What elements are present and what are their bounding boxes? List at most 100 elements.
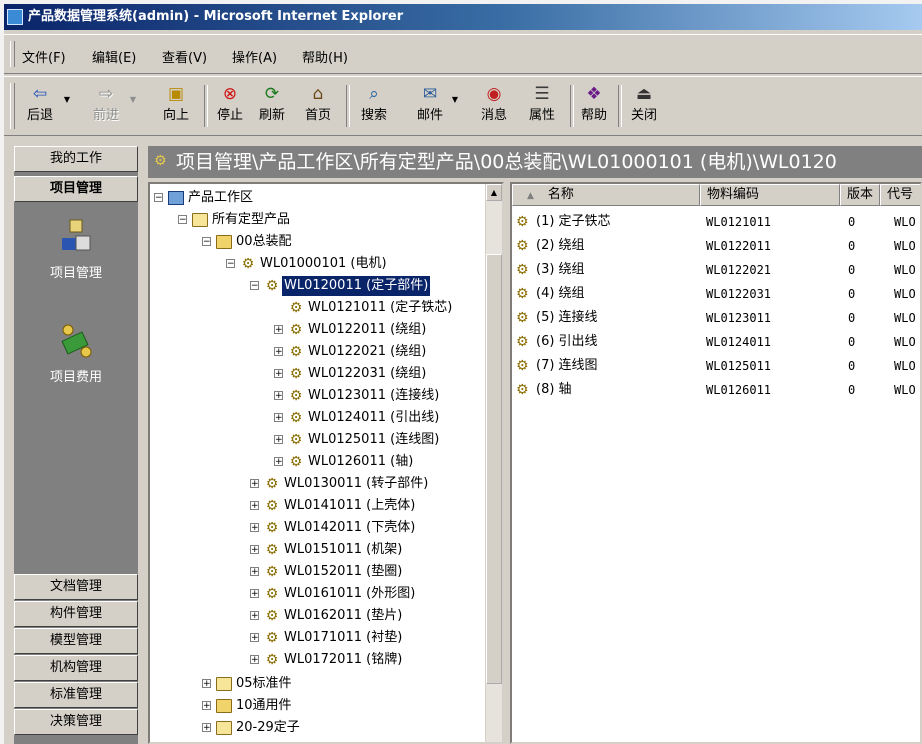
menu-edit[interactable]: 编辑(E) <box>92 47 136 66</box>
nav-standard-management[interactable]: 标准管理 <box>14 682 138 708</box>
expand-icon[interactable]: + <box>250 501 259 511</box>
expand-icon[interactable]: + <box>202 701 211 711</box>
expand-icon[interactable]: + <box>250 523 259 533</box>
gear-assembly-icon: ⚙ <box>516 358 529 374</box>
nav-document-management[interactable]: 文档管理 <box>14 574 138 600</box>
tree-node-label: WL0123011 (连接线) <box>308 388 440 403</box>
gear-assembly-icon: ⚙ <box>265 586 279 602</box>
properties-label: 属性 <box>528 108 555 123</box>
tree-node-label: WL0122011 (绕组) <box>308 322 427 337</box>
cell-version: 0 <box>848 215 856 229</box>
menu-file[interactable]: 文件(F) <box>22 47 66 66</box>
collapse-icon[interactable]: − <box>178 215 187 225</box>
table-row[interactable]: ⚙ (4) 绕组 WL0122031 0 WLO <box>512 282 920 306</box>
up-button[interactable]: ▣ 向上 <box>158 81 194 131</box>
nav-component-management[interactable]: 构件管理 <box>14 601 138 627</box>
forward-label: 前进 <box>92 108 119 123</box>
forward-button[interactable]: ⇨ 前进 ▼ <box>86 81 136 131</box>
collapse-icon[interactable]: − <box>154 193 163 203</box>
table-row[interactable]: ⚙ (2) 绕组 WL0122011 0 WLO <box>512 234 920 258</box>
tree-node-label: WL0122031 (绕组) <box>308 366 427 381</box>
tree-node-label: WL0141011 (上壳体) <box>284 498 416 513</box>
expand-icon[interactable]: + <box>274 391 283 401</box>
cell-version: 0 <box>848 311 856 325</box>
close-button[interactable]: ⏏ 关闭 <box>626 81 662 131</box>
close-label: 关闭 <box>630 108 657 123</box>
search-button[interactable]: ⌕ 搜索 <box>356 81 392 131</box>
expand-icon[interactable]: + <box>250 589 259 599</box>
gear-assembly-icon: ⚙ <box>265 564 279 580</box>
nav-item-project-cost-label: 项目费用 <box>49 370 102 385</box>
gear-assembly-icon: ⚙ <box>516 262 529 278</box>
refresh-button[interactable]: ⟳ 刷新 <box>254 81 290 131</box>
scroll-thumb[interactable] <box>486 254 502 684</box>
up-label: 向上 <box>162 108 189 123</box>
nav-model-management[interactable]: 模型管理 <box>14 628 138 654</box>
column-header-version[interactable]: 版本 <box>840 184 880 206</box>
cell-code: WL0123011 <box>706 311 772 325</box>
table-row[interactable]: ⚙ (6) 引出线 WL0124011 0 WLO <box>512 330 920 354</box>
tree-node-label: WL0122021 (绕组) <box>308 344 427 359</box>
stop-button[interactable]: ⊗ 停止 <box>212 81 248 131</box>
collapse-icon[interactable]: − <box>202 237 211 247</box>
toolbar-separator <box>346 85 350 127</box>
menu-view[interactable]: 查看(V) <box>162 47 207 66</box>
back-button[interactable]: ⇦ 后退 ▼ <box>20 81 70 131</box>
column-header-code[interactable]: 物料编码 <box>700 184 840 206</box>
menu-actions[interactable]: 操作(A) <box>232 47 277 66</box>
cell-code: WL0121011 <box>706 215 772 229</box>
table-row[interactable]: ⚙ (1) 定子铁芯 WL0121011 0 WLO <box>512 210 920 234</box>
column-header-other[interactable]: 代号 <box>880 184 920 206</box>
home-button[interactable]: ⌂ 首页 <box>300 81 336 131</box>
gear-assembly-icon: ⚙ <box>516 334 529 350</box>
expand-icon[interactable]: + <box>274 369 283 379</box>
table-row[interactable]: ⚙ (5) 连接线 WL0123011 0 WLO <box>512 306 920 330</box>
properties-button[interactable]: ☰ 属性 <box>524 81 560 131</box>
expand-icon[interactable]: + <box>202 679 211 689</box>
message-button[interactable]: ◉ 消息 <box>476 81 512 131</box>
forward-dropdown-icon[interactable]: ▼ <box>130 95 136 104</box>
table-row[interactable]: ⚙ (8) 轴 WL0126011 0 WLO <box>512 378 920 402</box>
cell-code: WL0122011 <box>706 239 772 253</box>
scroll-up-icon[interactable]: ▲ <box>486 184 502 201</box>
menu-bar: 文件(F) 编辑(E) 查看(V) 操作(A) 帮助(H) <box>4 34 922 74</box>
expand-icon[interactable]: + <box>250 611 259 621</box>
tree-node-label: WL0161011 (外形图) <box>284 586 416 601</box>
help-button[interactable]: ❖ 帮助 <box>576 81 612 131</box>
expand-icon[interactable]: + <box>274 413 283 423</box>
expand-icon[interactable]: + <box>250 545 259 555</box>
mail-button[interactable]: ✉ 邮件 ▼ <box>412 81 458 131</box>
expand-icon[interactable]: + <box>202 723 211 733</box>
expand-icon[interactable]: + <box>274 435 283 445</box>
gear-assembly-icon: ⚙ <box>516 310 529 326</box>
table-row[interactable]: ⚙ (7) 连线图 WL0125011 0 WLO <box>512 354 920 378</box>
nav-project-management[interactable]: 项目管理 <box>14 176 138 202</box>
nav-organization-management[interactable]: 机构管理 <box>14 655 138 681</box>
nav-my-work[interactable]: 我的工作 <box>14 146 138 172</box>
project-cost-icon <box>61 324 92 358</box>
expand-icon[interactable]: + <box>250 655 259 665</box>
collapse-icon[interactable]: − <box>226 259 235 269</box>
collapse-icon[interactable]: − <box>250 281 259 291</box>
tree-scrollbar[interactable]: ▲ <box>485 184 502 742</box>
expand-icon[interactable]: + <box>274 325 283 335</box>
gear-assembly-icon: ⚙ <box>265 542 279 558</box>
back-dropdown-icon[interactable]: ▼ <box>64 95 70 104</box>
nav-decision-management[interactable]: 决策管理 <box>14 709 138 735</box>
help-label: 帮助 <box>580 108 607 123</box>
nav-item-project-management[interactable]: 项目管理 <box>14 218 138 281</box>
menu-help[interactable]: 帮助(H) <box>302 47 348 66</box>
path-bar: ⚙ 项目管理\产品工作区\所有定型产品\00总装配\WL01000101 (电机… <box>148 146 922 178</box>
toolbar-separator <box>618 85 622 127</box>
column-header-name[interactable]: ▲ 名称 <box>512 184 700 206</box>
starred-folder-icon <box>216 721 232 735</box>
expand-icon[interactable]: + <box>250 633 259 643</box>
expand-icon[interactable]: + <box>274 457 283 467</box>
table-row[interactable]: ⚙ (3) 绕组 WL0122021 0 WLO <box>512 258 920 282</box>
mail-dropdown-icon[interactable]: ▼ <box>452 95 458 104</box>
gear-assembly-icon: ⚙ <box>516 214 529 230</box>
expand-icon[interactable]: + <box>250 567 259 577</box>
expand-icon[interactable]: + <box>250 479 259 489</box>
expand-icon[interactable]: + <box>274 347 283 357</box>
nav-item-project-cost[interactable]: 项目费用 <box>14 322 138 385</box>
